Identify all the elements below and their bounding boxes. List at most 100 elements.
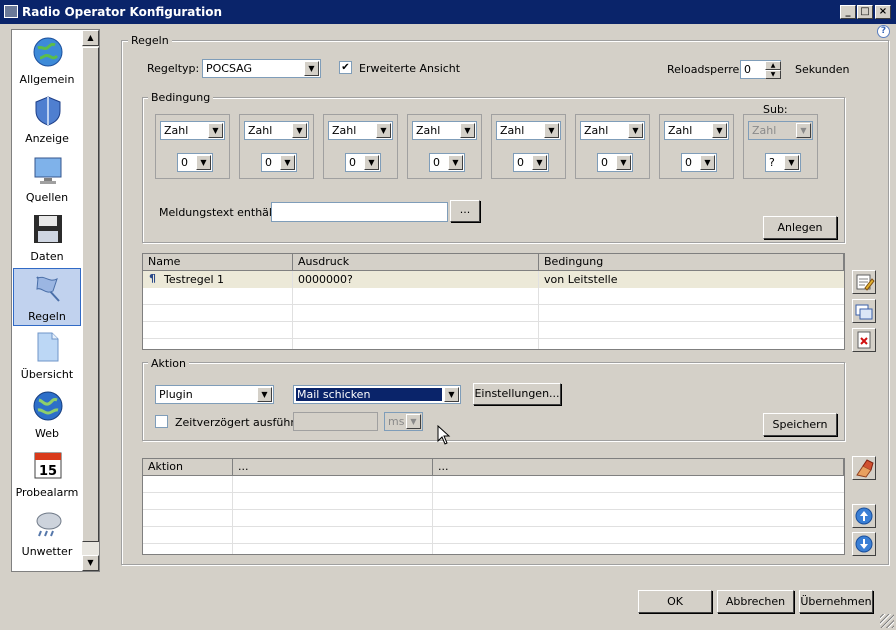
rule-ausdruck: 0000000?	[298, 273, 353, 286]
anlegen-button[interactable]: Anlegen	[763, 216, 837, 239]
regeltyp-select[interactable]: POCSAG ▼	[202, 59, 321, 78]
chevron-down-icon[interactable]: ▼	[304, 61, 319, 76]
browse-button[interactable]: ...	[450, 200, 480, 222]
condition-num-select[interactable]: 0 ▼	[261, 153, 297, 172]
condition-cell: Zahl ▼ 0 ▼	[575, 114, 650, 179]
edit-rule-button[interactable]	[852, 270, 876, 294]
condition-type-select[interactable]: Zahl ▼	[664, 121, 729, 140]
regeltyp-label: Regeltyp:	[147, 62, 200, 75]
scroll-up-button[interactable]: ▲	[82, 30, 99, 46]
rule-icon: ¶	[149, 272, 156, 285]
chevron-down-icon[interactable]: ▼	[292, 123, 307, 138]
action-table[interactable]: Aktion ... ...	[142, 458, 845, 555]
chevron-down-icon[interactable]: ▼	[712, 123, 727, 138]
condition-num-select[interactable]: 0 ▼	[345, 153, 381, 172]
aktion-group-label: Aktion	[148, 357, 189, 370]
delay-input	[293, 412, 378, 431]
sidebar-item-web[interactable]: Web	[13, 386, 81, 444]
condition-num-select[interactable]: 0 ▼	[597, 153, 633, 172]
chevron-down-icon[interactable]: ▼	[544, 123, 559, 138]
minimize-button[interactable]: _	[840, 5, 856, 19]
spin-down-icon[interactable]: ▼	[765, 70, 781, 79]
remove-action-button[interactable]	[852, 456, 876, 480]
sidebar-item-anzeige[interactable]: Anzeige	[13, 91, 81, 149]
rules-table[interactable]: Name Ausdruck Bedingung ¶ Testregel 1 00…	[142, 253, 845, 350]
chevron-down-icon[interactable]: ▼	[376, 123, 391, 138]
condition-type-select[interactable]: Zahl ▼	[244, 121, 309, 140]
sub-condition-cell: Zahl ▼ ? ▼	[743, 114, 818, 179]
sidebar-item-label: Übersicht	[20, 368, 74, 381]
sidebar-item-allgemein[interactable]: Allgemein	[13, 32, 81, 90]
chevron-down-icon[interactable]: ▼	[196, 155, 211, 170]
aktion-type-select[interactable]: Plugin ▼	[155, 385, 274, 404]
column-header-param-1[interactable]: ...	[233, 459, 433, 476]
spin-up-icon[interactable]: ▲	[765, 61, 781, 70]
copy-rule-button[interactable]	[852, 299, 876, 323]
column-header-ausdruck[interactable]: Ausdruck	[293, 254, 539, 271]
scroll-thumb[interactable]	[82, 47, 99, 542]
chevron-down-icon[interactable]: ▼	[444, 387, 459, 402]
chevron-down-icon: ▼	[406, 414, 421, 429]
condition-type-select[interactable]: Zahl ▼	[580, 121, 645, 140]
delay-checkbox[interactable]	[155, 415, 168, 428]
condition-num-select[interactable]: 0 ▼	[513, 153, 549, 172]
sidebar-item-unwetter[interactable]: Unwetter	[13, 504, 81, 562]
aktion-action-select[interactable]: Mail schicken ▼	[293, 385, 461, 404]
help-icon[interactable]: ?	[877, 25, 890, 38]
sidebar-item-regeln[interactable]: Regeln	[13, 268, 81, 326]
sub-num-select[interactable]: ? ▼	[765, 153, 801, 172]
sidebar-item-uebersicht[interactable]: Übersicht	[13, 327, 81, 385]
globe-icon	[33, 37, 63, 67]
column-header-bedingung[interactable]: Bedingung	[539, 254, 844, 271]
reload-spinner[interactable]: 0 ▲ ▼	[740, 60, 781, 79]
chevron-down-icon[interactable]: ▼	[784, 155, 799, 170]
chevron-down-icon[interactable]: ▼	[208, 123, 223, 138]
sidebar-item-label: Daten	[30, 250, 64, 263]
eraser-icon	[856, 459, 874, 478]
column-header-aktion[interactable]: Aktion	[143, 459, 233, 476]
einstellungen-button[interactable]: Einstellungen...	[473, 383, 561, 405]
chevron-down-icon[interactable]: ▼	[628, 123, 643, 138]
arrow-up-icon	[855, 507, 873, 525]
ok-button[interactable]: OK	[638, 590, 712, 613]
chevron-down-icon[interactable]: ▼	[616, 155, 631, 170]
condition-type-select[interactable]: Zahl ▼	[160, 121, 225, 140]
chevron-down-icon[interactable]: ▼	[280, 155, 295, 170]
sidebar-scrollbar[interactable]: ▲ ▼	[82, 30, 99, 571]
move-up-button[interactable]	[852, 504, 876, 528]
rule-name: Testregel 1	[164, 273, 225, 286]
chevron-down-icon[interactable]: ▼	[460, 123, 475, 138]
condition-type-select[interactable]: Zahl ▼	[412, 121, 477, 140]
apply-button[interactable]: Übernehmen	[799, 590, 873, 613]
chevron-down-icon[interactable]: ▼	[257, 387, 272, 402]
resize-grip[interactable]	[880, 614, 894, 628]
condition-num-select[interactable]: 0 ▼	[177, 153, 213, 172]
chevron-down-icon[interactable]: ▼	[700, 155, 715, 170]
table-row[interactable]: ¶ Testregel 1 0000000? von Leitstelle	[143, 271, 844, 288]
cancel-button[interactable]: Abbrechen	[717, 590, 794, 613]
chevron-down-icon[interactable]: ▼	[364, 155, 379, 170]
erweitert-checkbox[interactable]: ✔	[339, 61, 352, 74]
condition-type-select[interactable]: Zahl ▼	[496, 121, 561, 140]
move-down-button[interactable]	[852, 532, 876, 556]
chevron-down-icon[interactable]: ▼	[532, 155, 547, 170]
app-icon	[4, 5, 18, 18]
maximize-button[interactable]: □	[857, 5, 873, 19]
sidebar-item-probealarm[interactable]: 15 Probealarm	[13, 445, 81, 503]
title-bar[interactable]: Radio Operator Konfiguration _ □ ×	[0, 0, 896, 24]
scroll-down-button[interactable]: ▼	[82, 555, 99, 571]
meldung-input[interactable]	[271, 202, 448, 222]
chevron-down-icon[interactable]: ▼	[448, 155, 463, 170]
column-header-name[interactable]: Name	[143, 254, 293, 271]
close-button[interactable]: ×	[875, 5, 891, 19]
reload-label: Reloadsperre:	[667, 63, 743, 76]
sidebar-item-quellen[interactable]: Quellen	[13, 150, 81, 208]
condition-num-select[interactable]: 0 ▼	[429, 153, 465, 172]
condition-type-select[interactable]: Zahl ▼	[328, 121, 393, 140]
speichern-button[interactable]: Speichern	[763, 413, 837, 436]
calendar-day: 15	[39, 464, 57, 479]
column-header-param-2[interactable]: ...	[433, 459, 844, 476]
sidebar-item-daten[interactable]: Daten	[13, 209, 81, 267]
condition-num-select[interactable]: 0 ▼	[681, 153, 717, 172]
delete-rule-button[interactable]	[852, 328, 876, 352]
